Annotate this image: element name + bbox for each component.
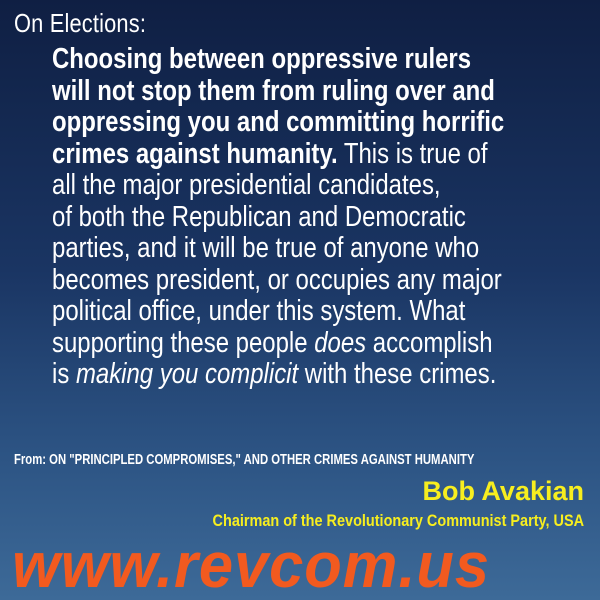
quote-italic-text: does <box>314 326 367 359</box>
quote-line: crimes against humanity. This is true of <box>52 137 504 171</box>
quote-bold-text: Choosing between oppressive rulers <box>52 43 472 75</box>
author-name: Bob Avakian <box>422 476 584 506</box>
quote-line: supporting these people does accomplish <box>52 326 504 360</box>
quote-line: parties, and it will be true of anyone w… <box>52 232 480 264</box>
quote-text: is <box>52 358 76 390</box>
quote-line: will not stop them from ruling over and <box>52 74 504 108</box>
quote-line: political office, under this system. Wha… <box>52 295 466 327</box>
quote-line: of both the Republican and Democratic <box>52 200 466 233</box>
quote-text: This is true of <box>337 137 488 170</box>
quote-text: supporting these people <box>52 326 315 359</box>
quote-line: becomes president, or occupies any major <box>52 263 502 296</box>
quote-bold-text: crimes against humanity. <box>52 137 338 170</box>
quote-italic-text: making you complicit <box>75 358 299 390</box>
quote-text: with these crimes. <box>298 358 497 390</box>
quote-bold-text: oppressing you and committing horrific <box>52 106 505 138</box>
poster: On Elections: Choosing between oppressiv… <box>0 0 600 600</box>
quote-line: all the major presidential candidates, <box>52 169 441 201</box>
heading: On Elections: <box>14 8 147 38</box>
author-title: Chairman of the Revolutionary Communist … <box>212 511 584 530</box>
quote-line: is making you complicit with these crime… <box>52 358 504 391</box>
source-citation: From: ON "PRINCIPLED COMPROMISES," AND O… <box>14 452 475 468</box>
quote-line: Choosing between oppressive rulers <box>52 43 504 76</box>
quote-bold-text: will not stop them from ruling over and <box>52 74 495 107</box>
quote-block: Choosing between oppressive rulers will … <box>52 43 505 391</box>
website-url: www.revcom.us <box>12 529 490 600</box>
quote-line: oppressing you and committing horrific <box>52 106 505 139</box>
quote-text: accomplish <box>366 326 493 359</box>
